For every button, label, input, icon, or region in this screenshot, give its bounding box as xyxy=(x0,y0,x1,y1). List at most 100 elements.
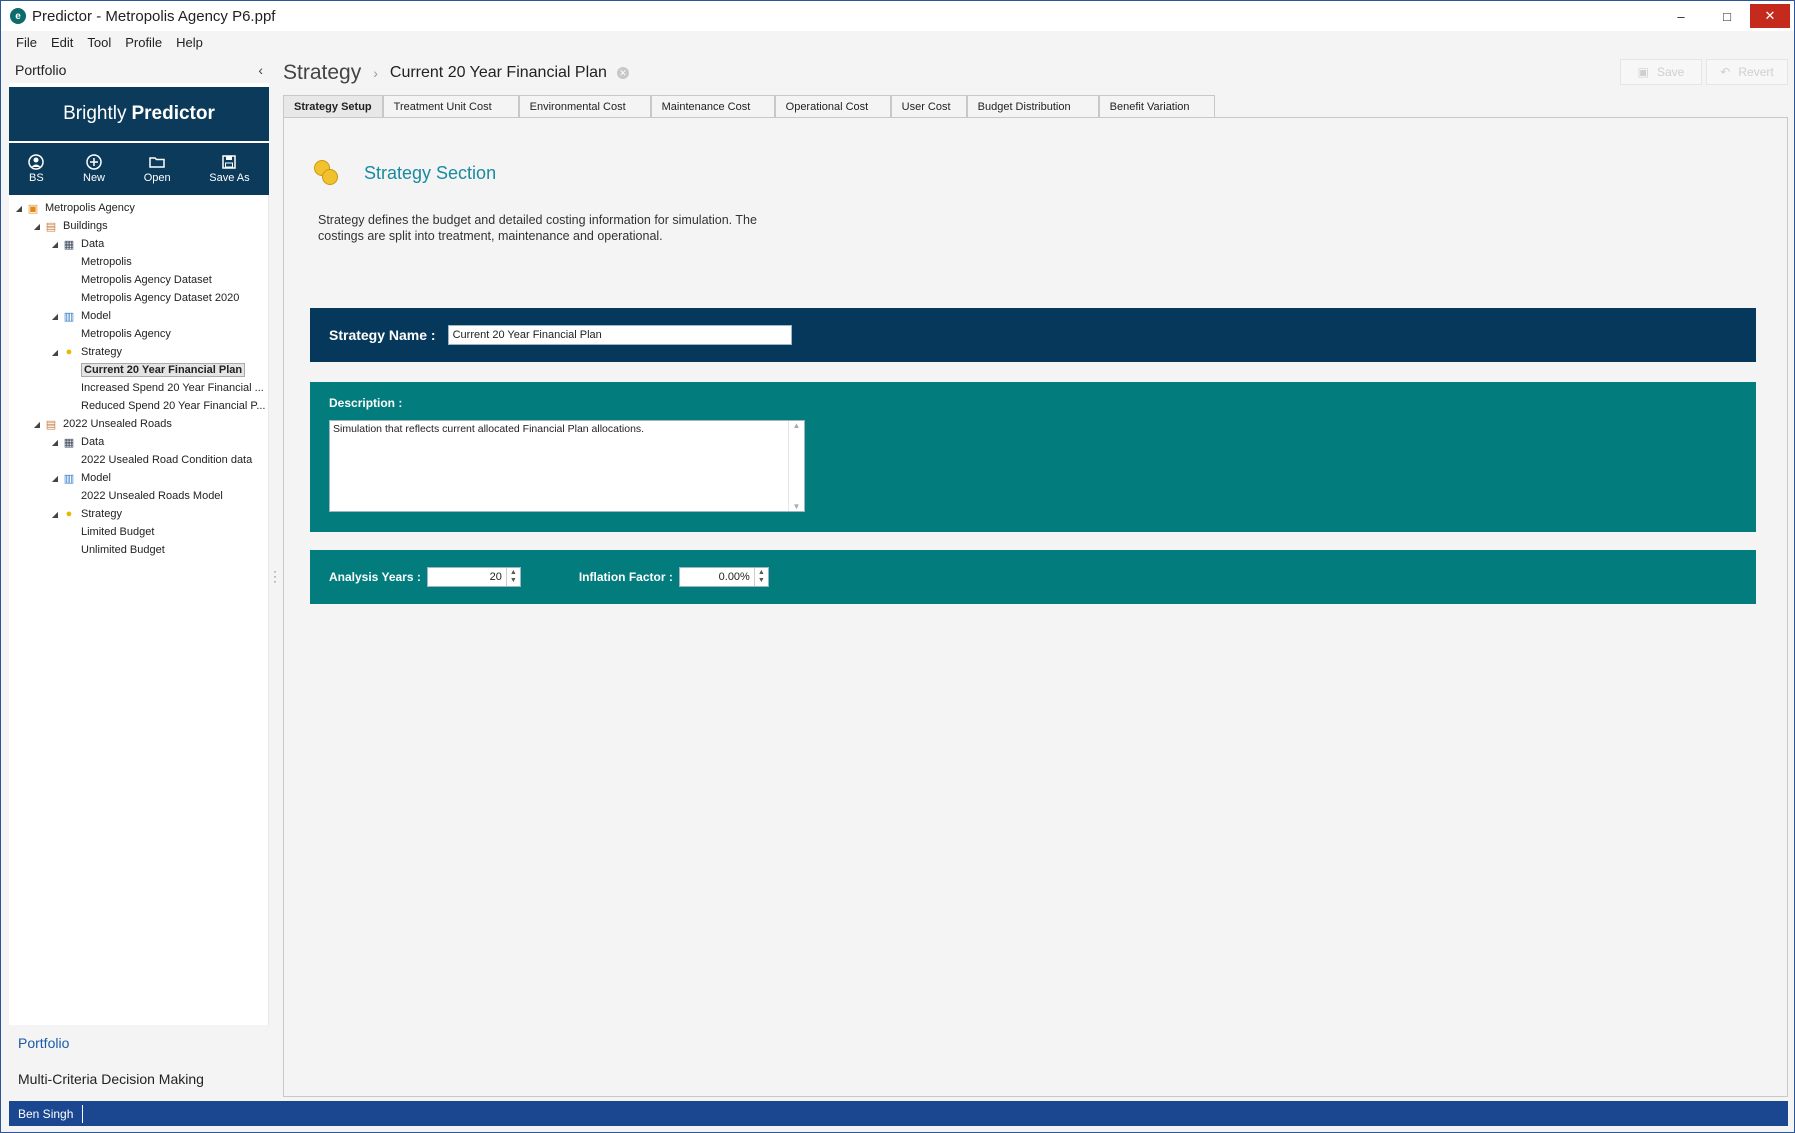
tree-item[interactable]: Metropolis Agency Dataset xyxy=(9,271,268,289)
section-description: Strategy defines the budget and detailed… xyxy=(318,213,757,243)
expand-icon[interactable]: ◢ xyxy=(49,510,61,519)
menu-tool[interactable]: Tool xyxy=(80,33,118,53)
tree-label: 2022 Usealed Road Condition data xyxy=(81,454,253,466)
coins-icon xyxy=(314,160,342,186)
bs-button[interactable]: BS xyxy=(28,154,45,184)
tree-label: Data xyxy=(81,436,105,448)
save-icon xyxy=(221,154,237,172)
minimize-button[interactable]: – xyxy=(1658,1,1704,31)
scroll-up-icon[interactable]: ▲ xyxy=(793,421,801,430)
section-title: Strategy Section xyxy=(364,162,497,183)
brand-light: Brightly xyxy=(63,103,127,124)
menu-bar: File Edit Tool Profile Help xyxy=(9,33,210,53)
expand-icon[interactable]: ◢ xyxy=(31,222,43,231)
save-button[interactable]: ▣ Save xyxy=(1620,59,1702,85)
revert-button[interactable]: ↶ Revert xyxy=(1706,59,1788,85)
tree-label: Current 20 Year Financial Plan xyxy=(81,363,246,377)
menu-profile[interactable]: Profile xyxy=(118,33,169,53)
tree-item[interactable]: Increased Spend 20 Year Financial ... xyxy=(9,379,268,397)
description-textarea[interactable]: Simulation that reflects current allocat… xyxy=(329,420,805,512)
tab-strip: Strategy Setup Treatment Unit Cost Envir… xyxy=(283,95,1215,117)
tree-item[interactable]: Metropolis Agency Dataset 2020 xyxy=(9,289,268,307)
section-header: Strategy Section xyxy=(314,160,496,186)
expand-icon[interactable]: ◢ xyxy=(13,204,25,213)
inflation-factor-label: Inflation Factor : xyxy=(578,570,673,584)
user-icon xyxy=(28,154,45,172)
tab-user-cost[interactable]: User Cost xyxy=(890,95,967,117)
tree-node-data[interactable]: ◢ ▦ Data xyxy=(9,235,268,253)
stepper-arrows-icon[interactable]: ▲ ▼ xyxy=(753,568,768,586)
expand-icon[interactable]: ◢ xyxy=(31,420,43,429)
expand-icon[interactable]: ◢ xyxy=(49,474,61,483)
tree-label: Metropolis Agency xyxy=(81,328,171,340)
close-button[interactable]: ✕ xyxy=(1750,4,1790,28)
expand-icon[interactable]: ◢ xyxy=(49,438,61,447)
menu-edit[interactable]: Edit xyxy=(44,33,80,53)
tree-label: Buildings xyxy=(63,220,108,232)
tree-item[interactable]: Reduced Spend 20 Year Financial P... xyxy=(9,397,268,415)
tree-item[interactable]: Metropolis Agency xyxy=(9,325,268,343)
tree-node-strategy[interactable]: ◢ ● Strategy xyxy=(9,505,268,523)
tab-budget-distribution[interactable]: Budget Distribution xyxy=(966,95,1099,117)
open-button[interactable]: Open xyxy=(144,154,171,184)
agency-icon: ▣ xyxy=(27,202,39,215)
title-bar: e Predictor - Metropolis Agency P6.ppf –… xyxy=(1,1,1794,31)
tree-item[interactable]: Metropolis xyxy=(9,253,268,271)
expand-icon[interactable]: ◢ xyxy=(49,240,61,249)
tree-label: 2022 Unsealed Roads Model xyxy=(81,490,223,502)
tree-node-unsealed-roads[interactable]: ◢ ▤ 2022 Unsealed Roads xyxy=(9,415,268,433)
tree-label: Metropolis Agency Dataset 2020 xyxy=(81,292,240,304)
expand-icon[interactable]: ◢ xyxy=(49,312,61,321)
tree-label: Model xyxy=(81,472,111,484)
database-icon: ▦ xyxy=(63,238,75,251)
new-button[interactable]: New xyxy=(83,154,105,184)
tree-label: Strategy xyxy=(81,346,122,358)
new-label: New xyxy=(83,172,106,184)
nav-mcdm[interactable]: Multi-Criteria Decision Making xyxy=(9,1061,269,1097)
analysis-years-value[interactable]: 20 xyxy=(428,571,506,583)
description-scrollbar[interactable]: ▲ ▼ xyxy=(788,421,804,511)
tab-treatment-unit-cost[interactable]: Treatment Unit Cost xyxy=(382,95,519,117)
brand-banner: Brightly Predictor xyxy=(9,87,269,141)
tree-node-data[interactable]: ◢ ▦ Data xyxy=(9,433,268,451)
strategy-setup-panel: Strategy Section Strategy defines the bu… xyxy=(283,117,1788,1097)
tree-item-selected[interactable]: Current 20 Year Financial Plan xyxy=(9,361,268,379)
inflation-factor-value[interactable]: 0.00% xyxy=(680,571,754,583)
tree-node-buildings[interactable]: ◢ ▤ Buildings xyxy=(9,217,268,235)
stepper-arrows-icon[interactable]: ▲ ▼ xyxy=(505,568,520,586)
tree-item[interactable]: 2022 Usealed Road Condition data xyxy=(9,451,268,469)
strategy-name-input[interactable]: Current 20 Year Financial Plan xyxy=(447,325,792,345)
tree-node-model[interactable]: ◢ ▥ Model xyxy=(9,469,268,487)
description-band: Description : Simulation that reflects c… xyxy=(310,382,1756,532)
nav-portfolio[interactable]: Portfolio xyxy=(9,1025,269,1061)
tab-benefit-variation[interactable]: Benefit Variation xyxy=(1098,95,1215,117)
tree-item[interactable]: Limited Budget xyxy=(9,523,268,541)
collapse-panel-icon[interactable]: ‹ xyxy=(258,62,263,78)
tree-label: Limited Budget xyxy=(81,526,155,538)
tree-node-model[interactable]: ◢ ▥ Model xyxy=(9,307,268,325)
tree-node-agency[interactable]: ◢ ▣ Metropolis Agency xyxy=(9,199,268,217)
close-document-icon[interactable]: ✕ xyxy=(616,67,629,79)
menu-help[interactable]: Help xyxy=(169,33,210,53)
expand-icon[interactable]: ◢ xyxy=(49,348,61,357)
strategy-icon: ● xyxy=(65,508,73,520)
breadcrumb-root[interactable]: Strategy xyxy=(283,61,361,85)
tab-strategy-setup[interactable]: Strategy Setup xyxy=(283,95,383,117)
tree-label: Increased Spend 20 Year Financial ... xyxy=(81,382,264,394)
tree-item[interactable]: Unlimited Budget xyxy=(9,541,268,559)
menu-file[interactable]: File xyxy=(9,33,44,53)
tree-node-strategy[interactable]: ◢ ● Strategy xyxy=(9,343,268,361)
maximize-button[interactable]: □ xyxy=(1704,1,1750,31)
tab-operational-cost[interactable]: Operational Cost xyxy=(774,95,891,117)
tree-item[interactable]: 2022 Unsealed Roads Model xyxy=(9,487,268,505)
analysis-years-stepper[interactable]: 20 ▲ ▼ xyxy=(426,567,521,587)
tree-label: Metropolis Agency Dataset xyxy=(81,274,212,286)
panel-splitter[interactable]: · · · xyxy=(273,565,277,587)
inflation-factor-stepper[interactable]: 0.00% ▲ ▼ xyxy=(678,567,769,587)
tab-environmental-cost[interactable]: Environmental Cost xyxy=(518,95,651,117)
tab-maintenance-cost[interactable]: Maintenance Cost xyxy=(650,95,775,117)
save-as-button[interactable]: Save As xyxy=(209,154,250,184)
plus-icon xyxy=(86,154,102,172)
scroll-down-icon[interactable]: ▼ xyxy=(793,502,801,511)
breadcrumb-current: Current 20 Year Financial Plan xyxy=(389,64,607,81)
